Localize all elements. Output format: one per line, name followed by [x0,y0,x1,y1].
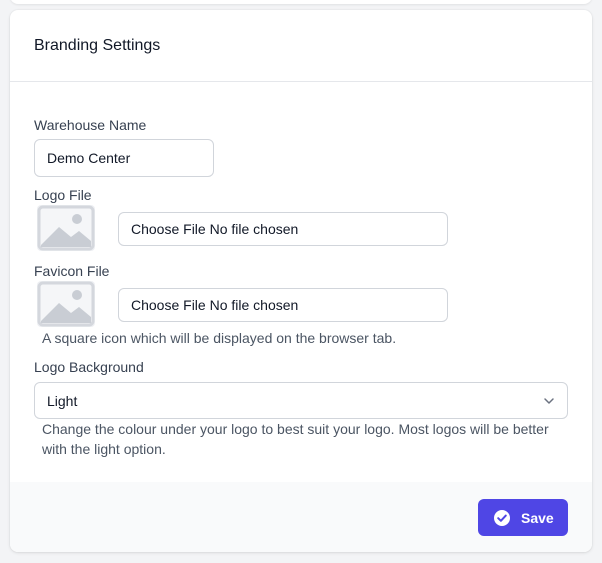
branding-settings-card: Branding Settings Warehouse Name Logo Fi… [10,10,592,552]
logo-background-help-text: Change the colour under your logo to bes… [42,421,549,457]
logo-background-select[interactable]: Light [34,382,568,419]
previous-card-edge [10,0,592,4]
image-placeholder-icon [37,281,95,327]
logo-file-input[interactable]: Choose File No file chosen [118,212,448,246]
warehouse-name-label: Warehouse Name [34,117,147,133]
card-footer: Save [10,482,592,552]
logo-background-selected: Light [47,392,78,409]
favicon-file-input[interactable]: Choose File No file chosen [118,288,448,322]
card-title: Branding Settings [34,37,161,54]
logo-file-label: Logo File [34,187,92,203]
logo-background-label: Logo Background [34,359,144,375]
logo-preview [37,205,95,251]
warehouse-name-input[interactable] [34,139,214,177]
check-circle-icon [494,509,510,526]
favicon-preview [37,281,95,327]
favicon-file-label: Favicon File [34,263,110,279]
favicon-help-text: A square icon which will be displayed on… [42,330,397,346]
image-placeholder-icon [37,205,95,251]
chevron-down-icon [544,398,554,404]
save-button[interactable]: Save [478,499,568,536]
card-header: Branding Settings [10,10,592,82]
save-button-label: Save [521,509,554,526]
